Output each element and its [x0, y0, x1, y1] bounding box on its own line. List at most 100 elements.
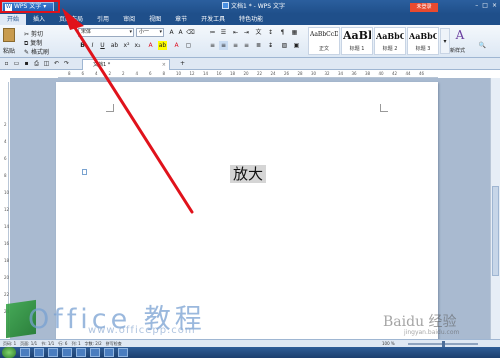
- zoom-slider[interactable]: [408, 341, 478, 347]
- ruler-tick-label: 4: [95, 71, 98, 76]
- decrease-indent-icon[interactable]: ⇤: [231, 28, 240, 37]
- style-heading-3[interactable]: AaBbC 标题 3: [407, 27, 439, 55]
- print-icon[interactable]: ⎙: [32, 59, 41, 68]
- style-name: 标题 3: [415, 46, 431, 52]
- line-spacing-icon[interactable]: ↨: [266, 41, 275, 50]
- tab-review[interactable]: 审阅: [116, 14, 142, 25]
- chevron-down-icon: ▾: [159, 29, 162, 35]
- distribute-icon[interactable]: ≣: [254, 41, 263, 50]
- italic-icon[interactable]: I: [88, 41, 97, 50]
- scrollbar-thumb[interactable]: [492, 186, 499, 276]
- strikethrough-icon[interactable]: ab: [110, 41, 119, 50]
- preview-icon[interactable]: ◫: [42, 59, 51, 68]
- tab-view[interactable]: 视图: [142, 14, 168, 25]
- margin-corner-mark: [106, 104, 114, 112]
- tab-document1[interactable]: 文档1 * ×: [82, 59, 170, 70]
- justify-icon[interactable]: ≡: [242, 41, 251, 50]
- font-name-select[interactable]: 宋体 ▾: [78, 28, 134, 37]
- taskbar-app-icon[interactable]: [104, 348, 114, 357]
- chinese-layout-icon[interactable]: 文: [254, 28, 263, 37]
- style-heading-1[interactable]: AaBl 标题 1: [341, 27, 373, 55]
- bullets-icon[interactable]: ≔: [208, 28, 217, 37]
- ruler-tick-label: 22: [257, 71, 263, 76]
- start-button[interactable]: [2, 347, 16, 358]
- tab-developer[interactable]: 开发工具: [194, 14, 232, 25]
- tab-special-features[interactable]: 特色功能: [232, 14, 270, 25]
- align-left-icon[interactable]: ≡: [208, 41, 217, 50]
- numbering-icon[interactable]: ☰: [219, 28, 228, 37]
- table-grid-icon[interactable]: ▦: [290, 28, 299, 37]
- ruler-tick-label: 20: [4, 275, 10, 280]
- clear-format-icon[interactable]: ⌫: [186, 28, 195, 37]
- highlight-icon[interactable]: ab: [158, 41, 167, 50]
- cut-button[interactable]: ✂ 剪切: [24, 29, 43, 38]
- redo-icon[interactable]: ↷: [62, 59, 71, 68]
- taskbar-app-icon[interactable]: [34, 348, 44, 357]
- style-normal[interactable]: AaBbCcDd 正文: [308, 27, 340, 55]
- bold-icon[interactable]: B: [78, 41, 87, 50]
- taskbar-app-icon[interactable]: [20, 348, 30, 357]
- shrink-font-icon[interactable]: A: [176, 28, 185, 37]
- font-color-icon[interactable]: A: [146, 41, 155, 50]
- tab-section[interactable]: 章节: [168, 14, 194, 25]
- open-folder-icon[interactable]: ▭: [12, 59, 21, 68]
- ruler-tick-label: 6: [81, 71, 85, 76]
- add-tab-button[interactable]: +: [178, 59, 187, 68]
- borders-icon[interactable]: ▣: [292, 41, 301, 50]
- tab-references[interactable]: 引用: [90, 14, 116, 25]
- style-sample: AaBbC: [409, 31, 437, 41]
- taskbar-app-icon[interactable]: [76, 348, 86, 357]
- format-painter-button[interactable]: ✎ 格式刷: [24, 47, 49, 56]
- minimize-icon[interactable]: –: [475, 2, 478, 9]
- save-icon[interactable]: ▪: [22, 59, 31, 68]
- taskbar-app-icon[interactable]: [62, 348, 72, 357]
- taskbar-app-icon[interactable]: [48, 348, 58, 357]
- grow-font-icon[interactable]: A: [167, 28, 176, 37]
- ruler-tick-label: 6: [4, 156, 7, 161]
- new-doc-icon[interactable]: ▫: [2, 59, 11, 68]
- new-style-button[interactable]: A 新样式: [450, 28, 470, 54]
- tab-home[interactable]: 开始: [0, 14, 27, 25]
- text-effect-icon[interactable]: A: [172, 41, 181, 50]
- login-button[interactable]: 未登录: [410, 3, 438, 12]
- underline-icon[interactable]: U: [98, 41, 107, 50]
- ruler-tick-label: 42: [392, 71, 398, 76]
- new-style-icon: A: [455, 28, 465, 42]
- taskbar-app-icon[interactable]: [90, 348, 100, 357]
- align-right-icon[interactable]: ≡: [231, 41, 240, 50]
- tab-insert[interactable]: 插入: [26, 14, 52, 25]
- sort-icon[interactable]: ↕: [266, 28, 275, 37]
- style-heading-2[interactable]: AaBbC 标题 2: [374, 27, 406, 55]
- close-icon[interactable]: ×: [492, 2, 497, 9]
- ruler-tick-label: 4: [4, 139, 7, 144]
- ruler-tick-label: 14: [203, 71, 209, 76]
- styles-more-button[interactable]: ▾: [440, 28, 450, 54]
- watermark-url: www.officepp.com: [88, 325, 196, 336]
- close-tab-icon[interactable]: ×: [162, 60, 166, 70]
- align-center-icon[interactable]: ≡: [219, 41, 228, 50]
- font-size-select[interactable]: 小一 ▾: [136, 28, 164, 37]
- vertical-scrollbar[interactable]: [490, 78, 500, 340]
- ruler-tick-label: 40: [378, 71, 384, 76]
- ruler-tick-label: 2: [4, 122, 7, 127]
- superscript-icon[interactable]: x²: [122, 41, 131, 50]
- window-title: 文档1 * - WPS 文字: [222, 2, 285, 12]
- selected-text[interactable]: 放大: [230, 165, 266, 183]
- increase-indent-icon[interactable]: ⇥: [242, 28, 251, 37]
- subscript-icon[interactable]: x₂: [133, 41, 142, 50]
- windows-taskbar: [0, 347, 500, 358]
- ruler-tick-label: 32: [324, 71, 330, 76]
- tab-page-layout[interactable]: 页面布局: [52, 14, 90, 25]
- paste-label: 粘贴: [3, 48, 16, 55]
- style-name: 标题 2: [382, 46, 398, 52]
- ruler-tick-label: 44: [405, 71, 411, 76]
- paste-button[interactable]: [3, 28, 15, 42]
- char-border-icon[interactable]: ▢: [184, 41, 193, 50]
- find-icon[interactable]: 🔍: [478, 41, 487, 50]
- shading-icon[interactable]: ▨: [280, 41, 289, 50]
- taskbar-app-icon[interactable]: [118, 348, 128, 357]
- undo-icon[interactable]: ↶: [52, 59, 61, 68]
- ruler-tick-label: 8: [162, 71, 166, 76]
- maximize-icon[interactable]: □: [482, 2, 488, 9]
- show-marks-icon[interactable]: ¶: [278, 28, 287, 37]
